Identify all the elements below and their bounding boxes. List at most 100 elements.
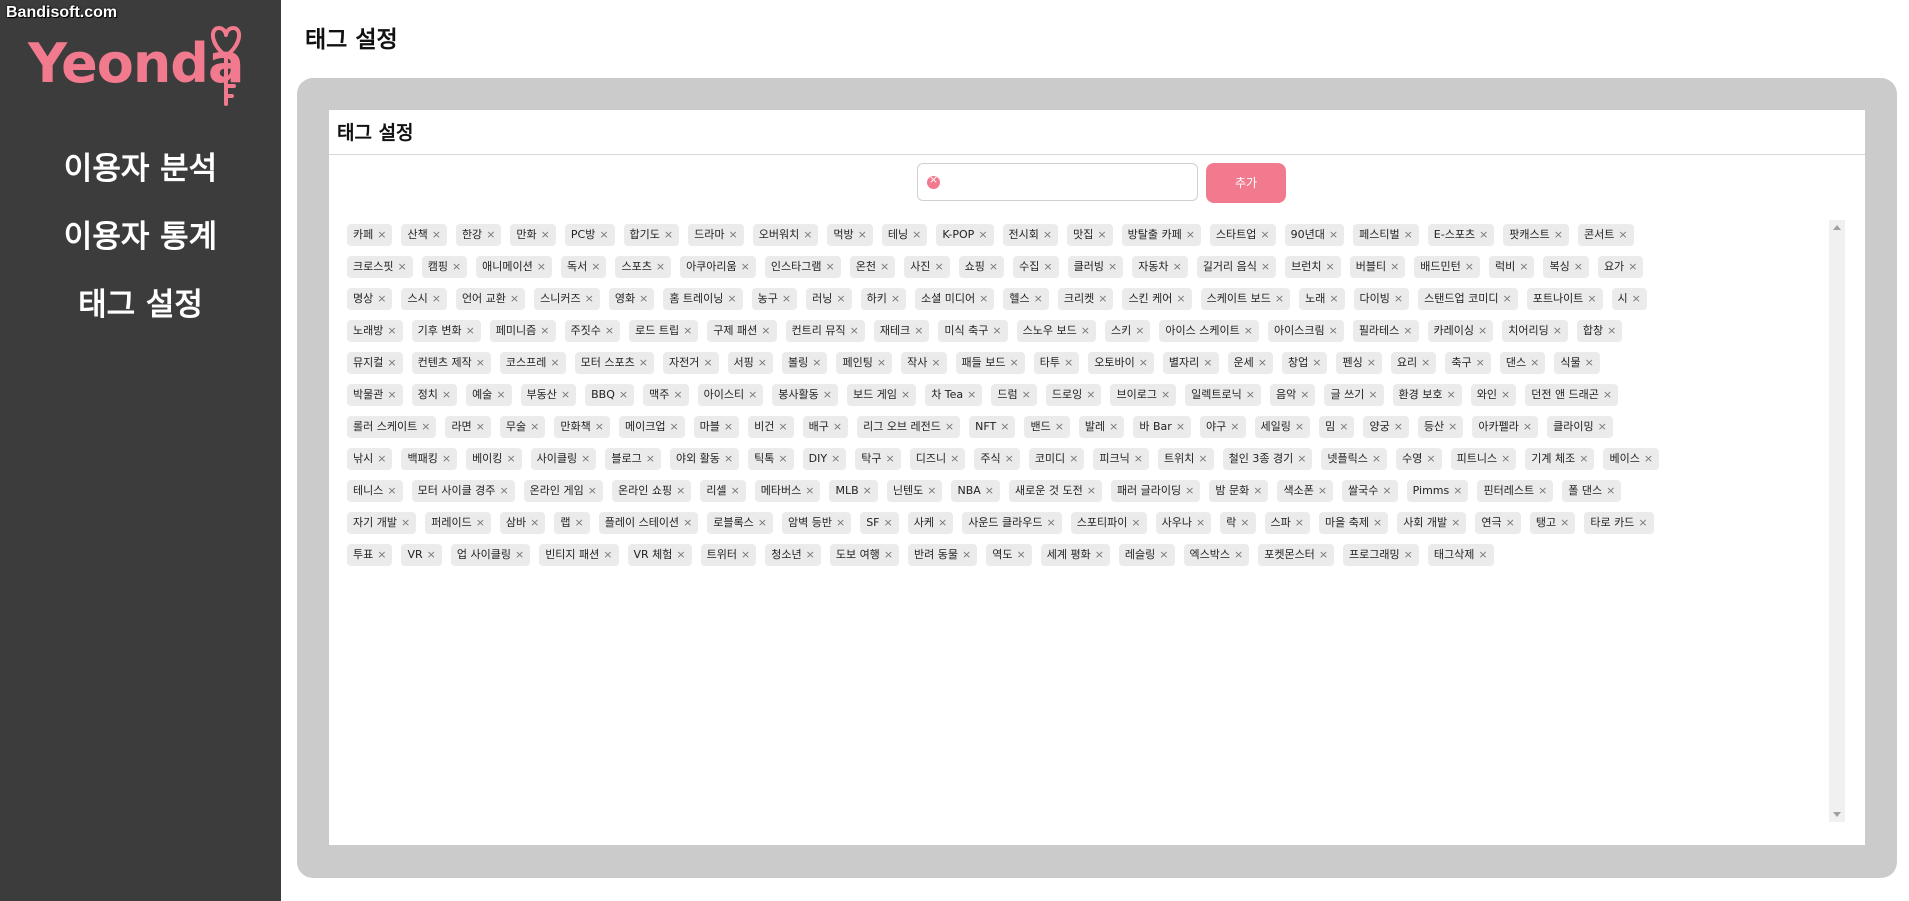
tag-chip[interactable]: 등산 ×: [1417, 416, 1464, 438]
tag-chip[interactable]: 빈티지 패션 ×: [539, 544, 619, 566]
tag-chip[interactable]: 펜싱 ×: [1336, 352, 1382, 374]
remove-tag-icon[interactable]: ×: [1554, 224, 1563, 246]
remove-tag-icon[interactable]: ×: [1034, 288, 1043, 310]
remove-tag-icon[interactable]: ×: [729, 224, 738, 246]
remove-tag-icon[interactable]: ×: [858, 224, 867, 246]
tag-chip[interactable]: 클러빙 ×: [1067, 256, 1124, 278]
remove-tag-icon[interactable]: ×: [782, 288, 791, 310]
tag-chip[interactable]: 비건 ×: [748, 416, 794, 438]
tag-chip[interactable]: 야외 활동 ×: [669, 448, 740, 470]
remove-tag-icon[interactable]: ×: [1372, 448, 1381, 470]
tag-chip[interactable]: 배드민턴 ×: [1414, 256, 1480, 278]
remove-tag-icon[interactable]: ×: [806, 544, 815, 566]
tag-chip[interactable]: 사우나 ×: [1155, 512, 1212, 534]
remove-tag-icon[interactable]: ×: [1501, 448, 1510, 470]
remove-tag-icon[interactable]: ×: [476, 352, 485, 374]
remove-tag-icon[interactable]: ×: [1603, 384, 1612, 406]
remove-tag-icon[interactable]: ×: [541, 224, 550, 246]
tag-chip[interactable]: 청소년 ×: [765, 544, 821, 566]
remove-tag-icon[interactable]: ×: [1055, 416, 1064, 438]
remove-tag-icon[interactable]: ×: [1087, 480, 1096, 502]
remove-tag-icon[interactable]: ×: [1404, 224, 1413, 246]
remove-tag-icon[interactable]: ×: [1587, 288, 1596, 310]
tag-chip[interactable]: DIY ×: [802, 448, 847, 470]
tag-chip[interactable]: 별자리 ×: [1162, 352, 1219, 374]
tag-chip[interactable]: 헬스 ×: [1003, 288, 1049, 310]
remove-tag-icon[interactable]: ×: [1607, 320, 1616, 342]
tag-chip[interactable]: 배구 ×: [802, 416, 849, 438]
tag-chip[interactable]: 도보 여행 ×: [829, 544, 900, 566]
remove-tag-icon[interactable]: ×: [979, 288, 988, 310]
remove-tag-icon[interactable]: ×: [833, 416, 842, 438]
remove-tag-icon[interactable]: ×: [927, 480, 936, 502]
tag-chip[interactable]: 만화책 ×: [554, 416, 610, 438]
tag-chip[interactable]: 베이스 ×: [1603, 448, 1660, 470]
remove-tag-icon[interactable]: ×: [1403, 320, 1412, 342]
tag-chip[interactable]: 베이킹 ×: [466, 448, 522, 470]
remove-tag-icon[interactable]: ×: [1108, 256, 1117, 278]
tag-chip[interactable]: 아이스크림 ×: [1267, 320, 1344, 342]
remove-tag-icon[interactable]: ×: [476, 416, 485, 438]
remove-tag-icon[interactable]: ×: [1339, 416, 1348, 438]
remove-tag-icon[interactable]: ×: [1185, 480, 1194, 502]
tag-chip[interactable]: Pimms ×: [1406, 480, 1469, 502]
remove-tag-icon[interactable]: ×: [442, 448, 451, 470]
tag-chip[interactable]: 애니메이션 ×: [476, 256, 552, 278]
remove-tag-icon[interactable]: ×: [646, 448, 655, 470]
remove-tag-icon[interactable]: ×: [1426, 448, 1435, 470]
remove-tag-icon[interactable]: ×: [588, 480, 597, 502]
remove-tag-icon[interactable]: ×: [550, 352, 559, 374]
remove-tag-icon[interactable]: ×: [912, 224, 921, 246]
remove-tag-icon[interactable]: ×: [1644, 448, 1653, 470]
tag-chip[interactable]: 롤러 스케이트 ×: [347, 416, 437, 438]
remove-tag-icon[interactable]: ×: [595, 416, 604, 438]
remove-tag-icon[interactable]: ×: [427, 544, 436, 566]
remove-tag-icon[interactable]: ×: [831, 448, 840, 470]
remove-tag-icon[interactable]: ×: [1159, 544, 1168, 566]
tag-chip[interactable]: 자동차 ×: [1132, 256, 1188, 278]
tag-chip[interactable]: 스케이트 보드 ×: [1200, 288, 1291, 310]
remove-tag-icon[interactable]: ×: [1253, 480, 1262, 502]
tag-chip[interactable]: 레슬링 ×: [1118, 544, 1175, 566]
remove-tag-icon[interactable]: ×: [836, 288, 845, 310]
tag-chip[interactable]: 드로잉 ×: [1045, 384, 1102, 406]
tag-chip[interactable]: 리셀 ×: [700, 480, 746, 502]
remove-tag-icon[interactable]: ×: [466, 320, 475, 342]
tag-chip[interactable]: 엑스박스 ×: [1183, 544, 1250, 566]
tag-chip[interactable]: 노래방 ×: [347, 320, 403, 342]
tag-chip[interactable]: 영화 ×: [608, 288, 655, 310]
tag-chip[interactable]: 환경 보호 ×: [1392, 384, 1462, 406]
remove-tag-icon[interactable]: ×: [741, 256, 750, 278]
tag-chip[interactable]: 스파 ×: [1264, 512, 1310, 534]
remove-tag-icon[interactable]: ×: [510, 288, 519, 310]
tag-chip[interactable]: PC방 ×: [564, 224, 615, 246]
tag-chip[interactable]: 핀터레스트 ×: [1477, 480, 1554, 502]
remove-tag-icon[interactable]: ×: [1047, 512, 1056, 534]
tag-chip[interactable]: 기후 변화 ×: [411, 320, 481, 342]
remove-tag-icon[interactable]: ×: [683, 320, 692, 342]
tag-chip[interactable]: 먹방 ×: [827, 224, 873, 246]
tag-chip[interactable]: 메타버스 ×: [754, 480, 821, 502]
remove-tag-icon[interactable]: ×: [1465, 256, 1474, 278]
remove-tag-icon[interactable]: ×: [377, 224, 386, 246]
tag-chip[interactable]: 드럼 ×: [991, 384, 1037, 406]
tag-chip[interactable]: 다이빙 ×: [1353, 288, 1410, 310]
tag-chip[interactable]: 90년대 ×: [1284, 224, 1345, 246]
remove-tag-icon[interactable]: ×: [863, 480, 872, 502]
remove-tag-icon[interactable]: ×: [1109, 416, 1118, 438]
tag-chip[interactable]: 봉사활동 ×: [772, 384, 838, 406]
remove-tag-icon[interactable]: ×: [1628, 256, 1637, 278]
tag-chip[interactable]: 스키 ×: [1104, 320, 1151, 342]
tag-chip[interactable]: 오토바이 ×: [1088, 352, 1154, 374]
tag-chip[interactable]: 일렉트로닉 ×: [1185, 384, 1261, 406]
tag-chip[interactable]: 테닝 ×: [881, 224, 928, 246]
tag-chip[interactable]: 사회 개발 ×: [1397, 512, 1467, 534]
remove-tag-icon[interactable]: ×: [664, 224, 673, 246]
tag-chip[interactable]: 스니커즈 ×: [534, 288, 600, 310]
remove-tag-icon[interactable]: ×: [1367, 352, 1376, 374]
tag-chip[interactable]: 글 쓰기 ×: [1324, 384, 1384, 406]
remove-tag-icon[interactable]: ×: [1453, 480, 1462, 502]
remove-tag-icon[interactable]: ×: [603, 544, 612, 566]
tag-chip[interactable]: K-POP ×: [936, 224, 994, 246]
remove-tag-icon[interactable]: ×: [1638, 512, 1647, 534]
